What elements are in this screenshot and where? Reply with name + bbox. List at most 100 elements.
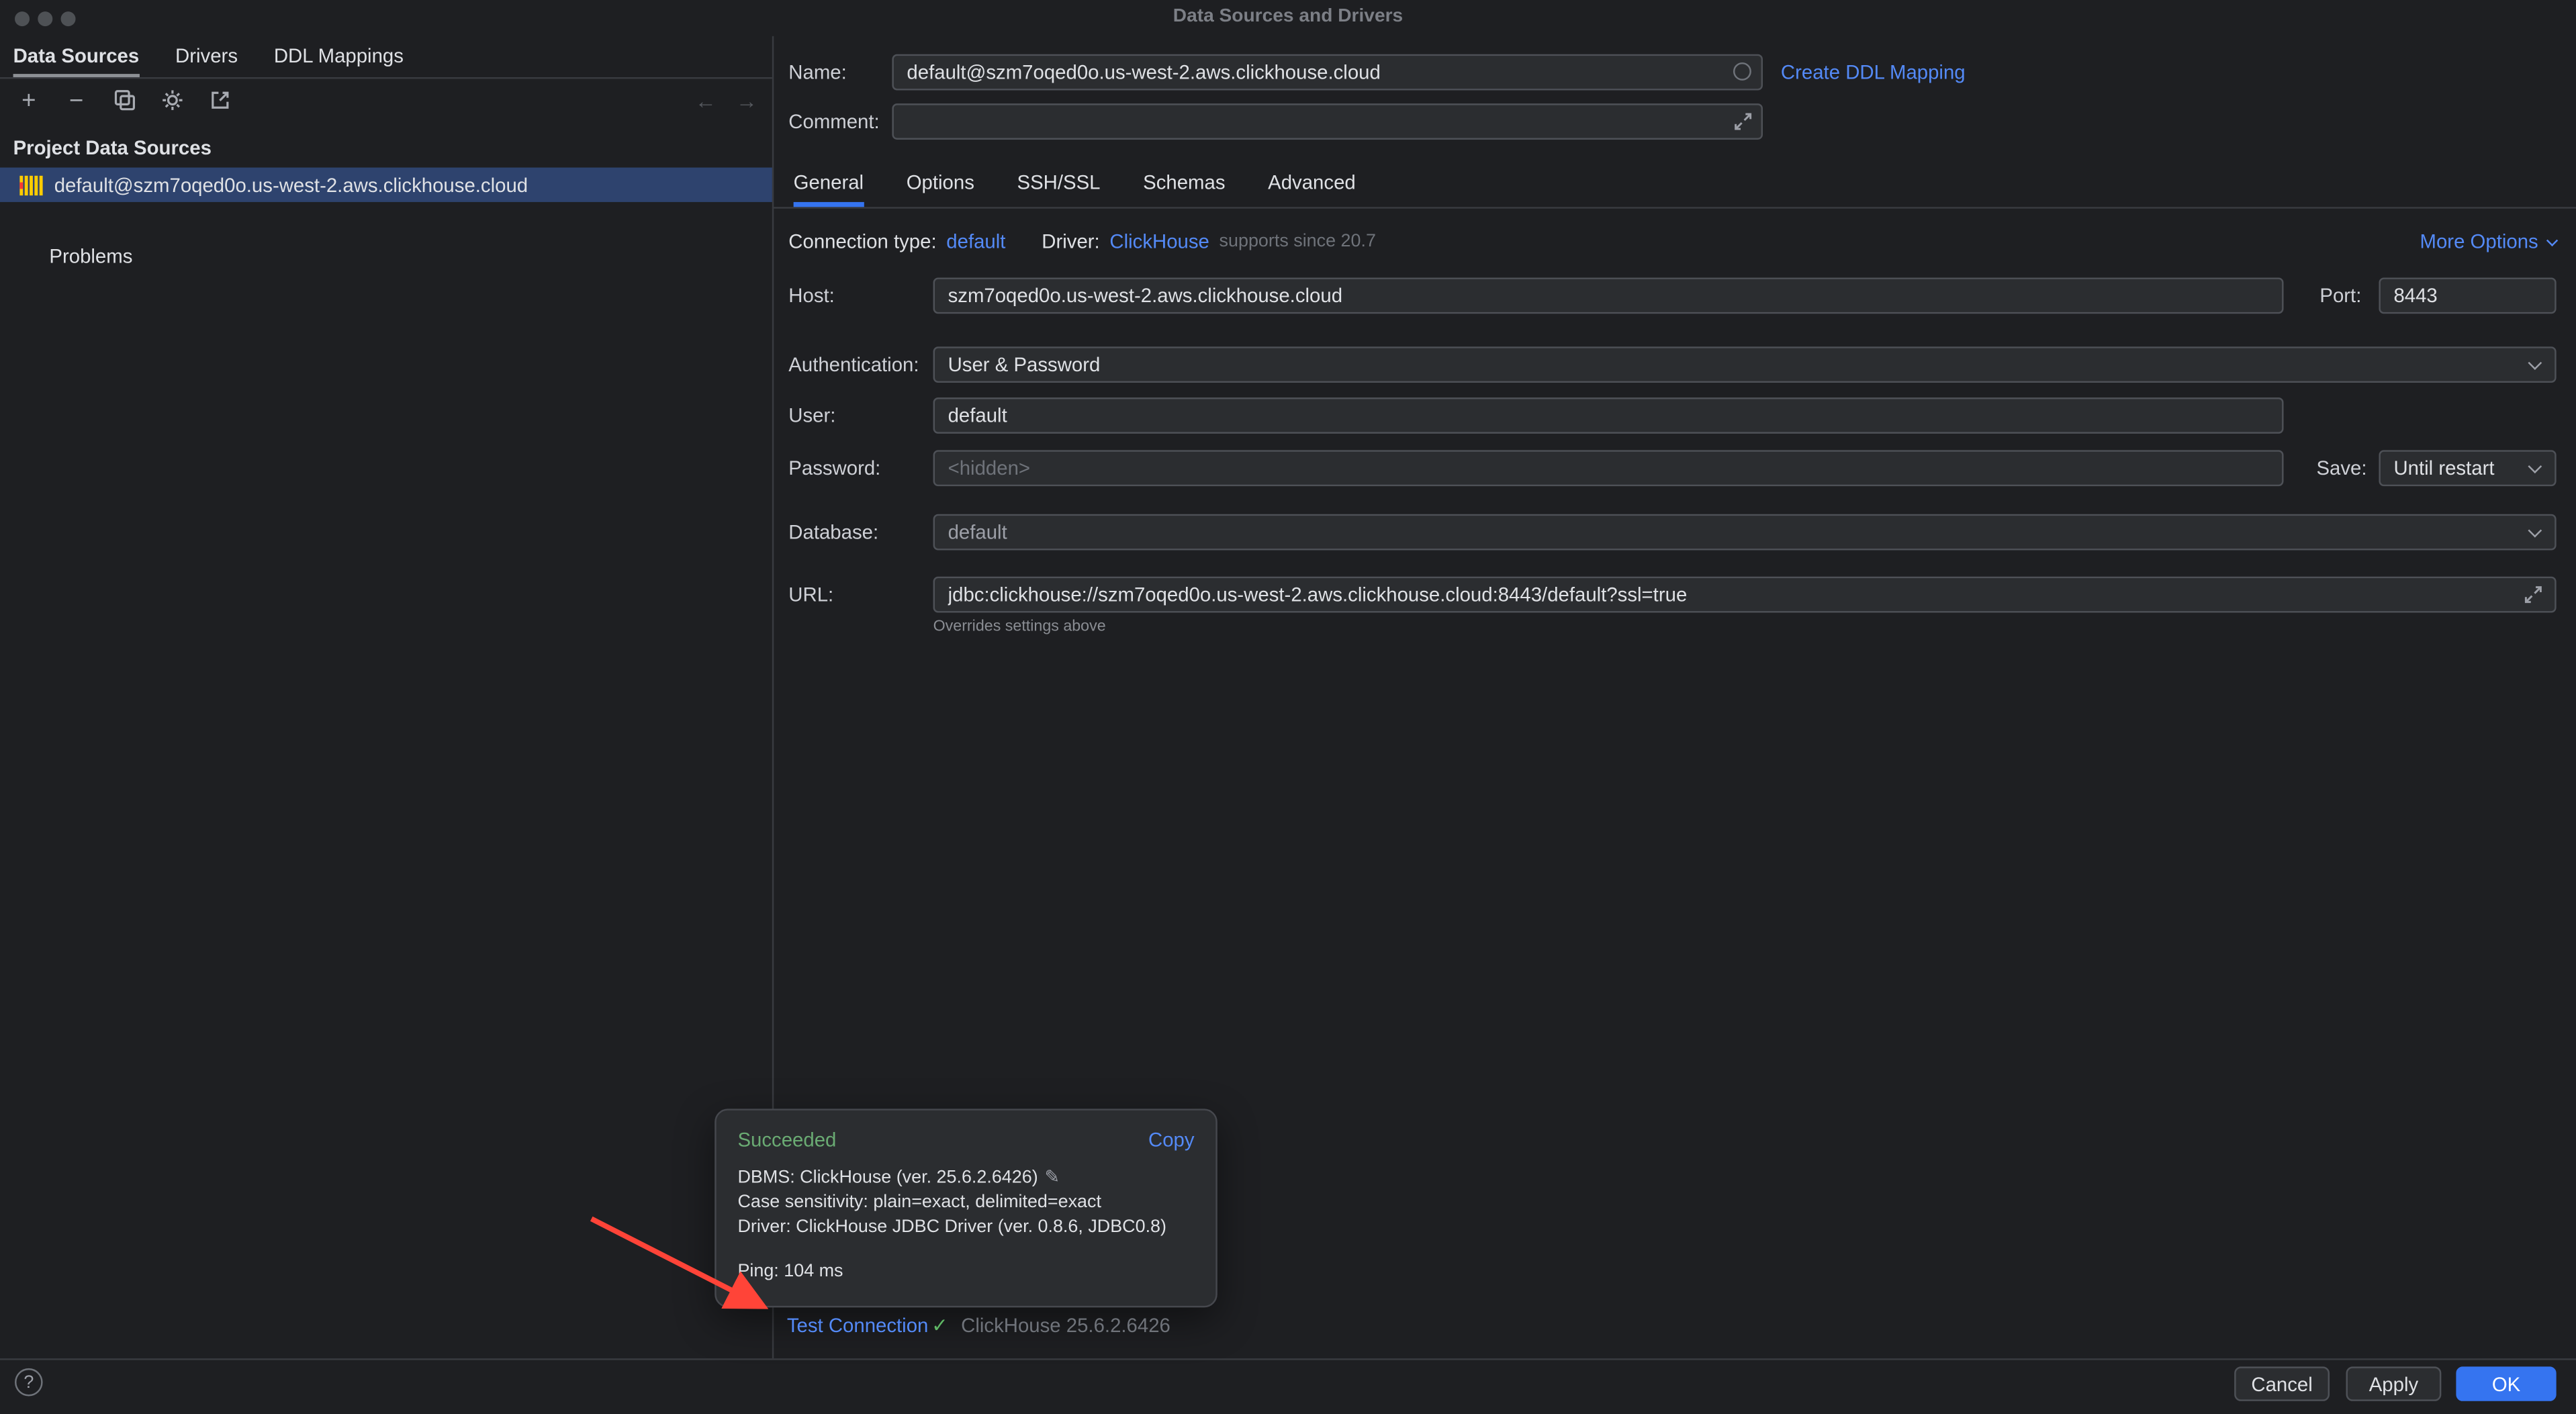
datasource-toolbar: + − <box>16 82 231 118</box>
ping-line: Ping: 104 ms <box>737 1260 1194 1284</box>
url-label: URL: <box>788 577 833 613</box>
tab-label: General <box>794 171 864 193</box>
right-tabs-separator <box>772 207 2576 208</box>
tab-ddl-mappings[interactable]: DDL Mappings <box>274 36 404 77</box>
port-field-wrap <box>2379 277 2556 314</box>
project-data-sources-title: Project Data Sources <box>13 136 212 159</box>
database-value: default <box>948 521 1007 544</box>
authentication-label: Authentication: <box>788 346 919 383</box>
url-field-wrap <box>933 577 2557 613</box>
user-input[interactable] <box>933 397 2284 434</box>
driver-hint: supports since 20.7 <box>1220 232 1376 251</box>
clickhouse-icon <box>19 175 42 195</box>
host-field-wrap <box>933 277 2284 314</box>
chevron-down-icon <box>2546 234 2558 246</box>
add-icon[interactable]: + <box>16 88 41 113</box>
datasource-name: default@szm7oqed0o.us-west-2.aws.clickho… <box>54 173 528 196</box>
host-label: Host: <box>788 277 835 314</box>
copy-button[interactable]: Copy <box>1148 1129 1195 1151</box>
window-title: Data Sources and Drivers <box>0 7 2576 26</box>
driver-value[interactable]: ClickHouse <box>1109 230 1209 253</box>
connection-type-label: Connection type: <box>788 230 936 253</box>
save-select[interactable]: Until restart <box>2379 450 2556 486</box>
data-sources-dialog: Data Sources and Drivers Data Sources Dr… <box>0 0 2576 1414</box>
expand-icon[interactable] <box>2524 585 2543 604</box>
tab-label: SSH/SSL <box>1017 171 1100 193</box>
url-hint: Overrides settings above <box>933 618 1106 636</box>
datasource-list-item[interactable]: default@szm7oqed0o.us-west-2.aws.clickho… <box>0 168 772 202</box>
url-input[interactable] <box>933 577 2557 613</box>
connection-type-value[interactable]: default <box>946 230 1005 253</box>
dbms-text: DBMS: ClickHouse (ver. 25.6.2.6426) <box>737 1168 1038 1187</box>
connection-type-row: Connection type: default Driver: ClickHo… <box>788 225 1376 258</box>
left-tab-bar: Data Sources Drivers DDL Mappings <box>13 36 404 77</box>
driver-line: Driver: ClickHouse JDBC Driver (ver. 0.8… <box>737 1215 1194 1240</box>
tab-label: Options <box>907 171 974 193</box>
dbms-line: DBMS: ClickHouse (ver. 25.6.2.6426) ✎ <box>737 1166 1194 1191</box>
password-input[interactable] <box>933 450 2284 486</box>
remove-icon[interactable]: − <box>64 88 89 113</box>
help-button[interactable]: ? <box>15 1368 43 1397</box>
gear-icon[interactable] <box>159 88 184 113</box>
chevron-down-icon <box>2528 355 2542 369</box>
forward-icon[interactable]: → <box>736 88 757 113</box>
save-label: Save: <box>2316 450 2366 486</box>
tab-schemas[interactable]: Schemas <box>1143 162 1225 207</box>
name-input[interactable] <box>892 54 1763 91</box>
check-icon: ✓ <box>931 1313 948 1339</box>
left-tabs-separator <box>0 77 772 79</box>
datasource-color-icon[interactable] <box>1733 62 1751 81</box>
create-ddl-mapping-link[interactable]: Create DDL Mapping <box>1781 54 1966 91</box>
settings-tab-bar: General Options SSH/SSL Schemas Advanced <box>794 162 1356 207</box>
popup-header: Succeeded Copy <box>737 1129 1194 1151</box>
back-icon[interactable]: ← <box>695 88 717 113</box>
expand-icon[interactable] <box>1733 111 1753 131</box>
tab-drivers[interactable]: Drivers <box>175 36 238 77</box>
tab-advanced[interactable]: Advanced <box>1268 162 1356 207</box>
authentication-select[interactable]: User & Password <box>933 346 2557 383</box>
edit-icon[interactable]: ✎ <box>1044 1168 1060 1187</box>
password-label: Password: <box>788 450 880 486</box>
connection-status: Succeeded <box>737 1129 836 1151</box>
tab-label: Advanced <box>1268 171 1356 193</box>
cancel-button[interactable]: Cancel <box>2234 1366 2330 1401</box>
tab-label: Schemas <box>1143 171 1225 193</box>
chevron-down-icon <box>2528 523 2542 537</box>
tab-options[interactable]: Options <box>907 162 974 207</box>
tab-label: Drivers <box>175 44 238 66</box>
ok-button[interactable]: OK <box>2456 1366 2556 1401</box>
test-connection-result-popup: Succeeded Copy DBMS: ClickHouse (ver. 25… <box>715 1109 1217 1307</box>
more-options-link[interactable]: More Options <box>2420 225 2557 258</box>
tab-general[interactable]: General <box>794 162 864 207</box>
more-options-label: More Options <box>2420 230 2538 253</box>
footer-separator <box>0 1358 2576 1360</box>
driver-label: Driver: <box>1042 230 1099 253</box>
password-field-wrap <box>933 450 2284 486</box>
save-value: Until restart <box>2393 457 2494 479</box>
comment-input[interactable] <box>892 103 1763 140</box>
export-icon[interactable] <box>207 88 232 113</box>
tab-label: Data Sources <box>13 44 140 66</box>
authentication-value: User & Password <box>948 353 1101 376</box>
chevron-down-icon <box>2528 459 2542 473</box>
tab-label: DDL Mappings <box>274 44 404 66</box>
duplicate-icon[interactable] <box>111 88 136 113</box>
name-field-wrap <box>892 54 1763 91</box>
port-label: Port: <box>2319 277 2361 314</box>
history-nav: ← → <box>695 82 757 118</box>
host-input[interactable] <box>933 277 2284 314</box>
problems-section[interactable]: Problems <box>49 245 132 268</box>
apply-button[interactable]: Apply <box>2346 1366 2442 1401</box>
case-sensitivity-line: Case sensitivity: plain=exact, delimited… <box>737 1191 1194 1216</box>
tab-ssh-ssl[interactable]: SSH/SSL <box>1017 162 1100 207</box>
tab-data-sources[interactable]: Data Sources <box>13 36 140 77</box>
title-bar: Data Sources and Drivers <box>0 0 2576 36</box>
user-label: User: <box>788 397 835 434</box>
database-combobox[interactable]: default <box>933 514 2557 551</box>
port-input[interactable] <box>2379 277 2556 314</box>
test-connection-link[interactable]: Test Connection <box>787 1313 929 1339</box>
user-field-wrap <box>933 397 2284 434</box>
popup-body: DBMS: ClickHouse (ver. 25.6.2.6426) ✎ Cas… <box>737 1166 1194 1284</box>
name-label: Name: <box>788 54 846 91</box>
database-label: Database: <box>788 514 878 551</box>
